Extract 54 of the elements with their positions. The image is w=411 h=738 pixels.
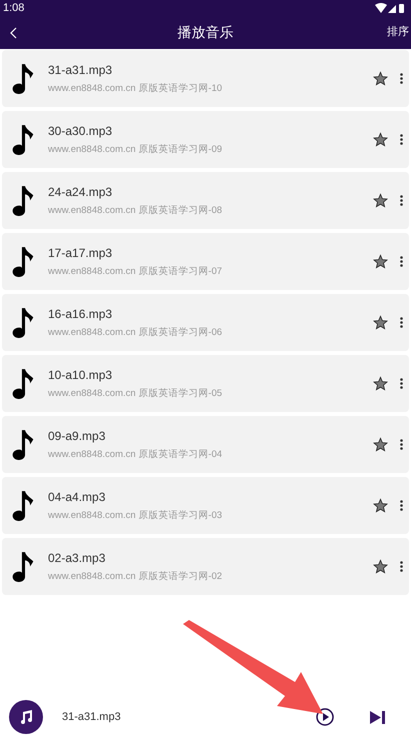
track-title: 31-a31.mp3 (48, 62, 114, 78)
status-icons (375, 2, 405, 14)
status-time: 1:08 (3, 0, 24, 16)
track-title: 17-a17.mp3 (48, 244, 114, 260)
more-icon[interactable] (400, 73, 403, 84)
track-source: www.en8848.com.cn 原版英语学习网-06 (48, 326, 224, 340)
track-card[interactable]: 09-a9.mp3 www.en8848.com.cn 原版英语学习网-04 (2, 416, 409, 473)
more-icon[interactable] (400, 134, 403, 145)
track-card[interactable]: 16-a16.mp3 www.en8848.com.cn 原版英语学习网-06 (2, 294, 409, 351)
more-icon[interactable] (400, 317, 403, 328)
now-playing-title: 31-a31.mp3 (62, 710, 121, 725)
star-icon[interactable] (373, 132, 388, 147)
track-source: www.en8848.com.cn 原版英语学习网-04 (48, 448, 224, 462)
track-source: www.en8848.com.cn 原版英语学习网-05 (48, 386, 224, 400)
track-card[interactable]: 02-a3.mp3 www.en8848.com.cn 原版英语学习网-02 (2, 538, 409, 595)
star-icon[interactable] (373, 376, 388, 391)
more-icon[interactable] (400, 500, 403, 511)
track-source: www.en8848.com.cn 原版英语学习网-07 (48, 264, 224, 278)
skip-next-icon[interactable] (370, 710, 386, 724)
more-icon[interactable] (400, 378, 403, 389)
track-title: 24-a24.mp3 (48, 184, 114, 200)
track-card[interactable]: 04-a4.mp3 www.en8848.com.cn 原版英语学习网-03 (2, 477, 409, 534)
track-source: www.en8848.com.cn 原版英语学习网-10 (48, 82, 224, 96)
track-source: www.en8848.com.cn 原版英语学习网-02 (48, 570, 224, 584)
track-title: 16-a16.mp3 (48, 306, 114, 322)
play-icon[interactable] (316, 708, 334, 726)
star-icon[interactable] (373, 498, 388, 513)
track-title: 02-a3.mp3 (48, 550, 106, 566)
track-card[interactable]: 10-a10.mp3 www.en8848.com.cn 原版英语学习网-05 (2, 355, 409, 412)
more-icon[interactable] (400, 439, 403, 450)
track-source: www.en8848.com.cn 原版英语学习网-08 (48, 204, 224, 218)
star-icon[interactable] (373, 437, 388, 452)
track-card[interactable]: 17-a17.mp3 www.en8848.com.cn 原版英语学习网-07 (2, 233, 409, 290)
star-icon[interactable] (373, 193, 388, 208)
more-icon[interactable] (400, 561, 403, 572)
page-title: 播放音乐 (178, 23, 234, 42)
back-icon[interactable] (9, 26, 17, 38)
star-icon[interactable] (373, 315, 388, 330)
track-card[interactable]: 31-a31.mp3 www.en8848.com.cn 原版英语学习网-10 (2, 50, 409, 107)
track-title: 09-a9.mp3 (48, 428, 106, 444)
star-icon[interactable] (373, 254, 388, 269)
track-title: 30-a30.mp3 (48, 122, 114, 138)
music-notes-icon (18, 709, 34, 725)
star-icon[interactable] (373, 71, 388, 86)
more-icon[interactable] (400, 195, 403, 206)
track-title: 04-a4.mp3 (48, 488, 106, 504)
track-title: 10-a10.mp3 (48, 366, 114, 382)
track-card[interactable]: 24-a24.mp3 www.en8848.com.cn 原版英语学习网-08 (2, 172, 409, 229)
track-source: www.en8848.com.cn 原版英语学习网-09 (48, 142, 224, 156)
star-icon[interactable] (373, 559, 388, 574)
sort-button[interactable]: 排序 (387, 24, 409, 41)
track-source: www.en8848.com.cn 原版英语学习网-03 (48, 508, 224, 522)
more-icon[interactable] (400, 256, 403, 267)
track-card[interactable]: 30-a30.mp3 www.en8848.com.cn 原版英语学习网-09 (2, 111, 409, 168)
